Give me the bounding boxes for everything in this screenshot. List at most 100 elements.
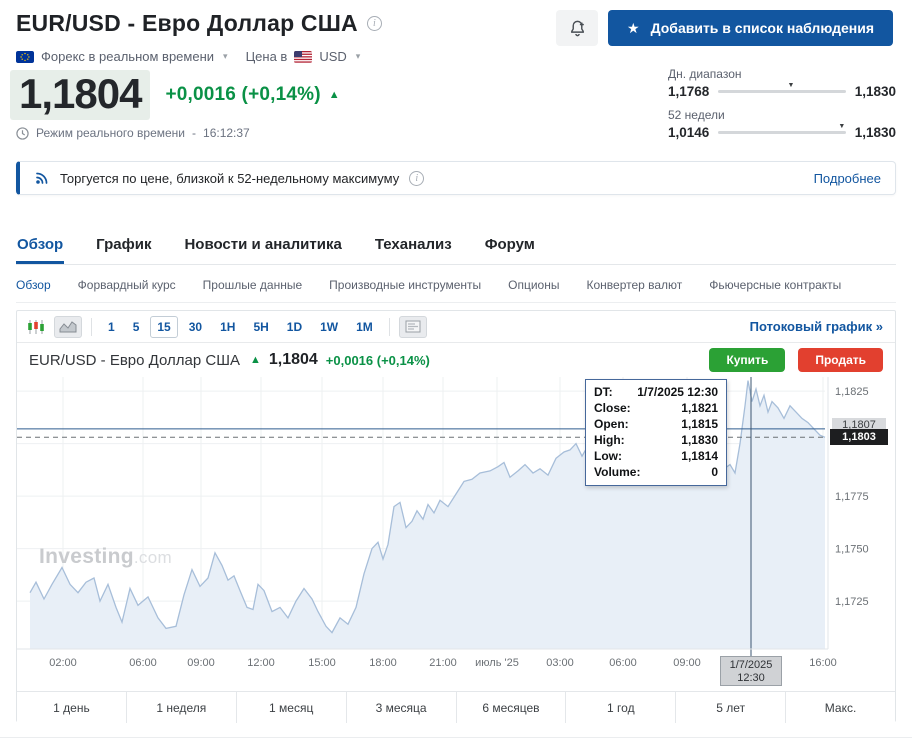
page-title: EUR/USD - Евро Доллар США [16,10,358,37]
x-axis-label: 06:00 [129,657,157,669]
subtab-опционы[interactable]: Опционы [508,269,559,302]
toolbar-divider [91,318,92,336]
tooltip-label: Low: [594,448,622,464]
day-range-marker-icon: ▼ [787,82,794,89]
realtime-row: Режим реального времени - 16:12:37 [16,126,250,140]
info-icon[interactable]: i [367,16,382,31]
y-axis-label: 1,1725 [835,596,869,608]
last-price: 1,1804 [10,70,150,120]
interval-1[interactable]: 1 [101,316,122,338]
tab-график[interactable]: График [95,229,152,264]
sell-button[interactable]: Продать [798,348,883,372]
header: EUR/USD - Евро Доллар США i [16,10,382,37]
period-1-месяц[interactable]: 1 месяц [237,692,347,723]
tooltip-row: Low: 1,1814 [594,448,718,464]
watchlist-button-label: Добавить в список наблюдения [651,20,874,36]
period-1-день[interactable]: 1 день [17,692,127,723]
day-range-row: 1,1768 ▼ 1,1830 [668,84,896,99]
week52-high: 1,1830 [855,125,896,140]
y-axis-label: 1,1775 [835,491,869,503]
chart-card: 1515301H5H1D1W1M Потоковый график » EUR/… [16,310,896,722]
bell-plus-icon [568,19,587,38]
interval-1w[interactable]: 1W [313,316,345,338]
tooltip-row: Close:1,1821 [594,400,718,416]
period-1-год[interactable]: 1 год [566,692,676,723]
x-axis-label: 12:00 [247,657,275,669]
interval-5[interactable]: 5 [126,316,147,338]
tab-теханализ[interactable]: Теханализ [374,229,453,264]
subtab-конвертер-валют[interactable]: Конвертер валют [586,269,682,302]
up-triangle-icon: ▲ [250,354,261,366]
chart-settings-button[interactable] [399,316,427,338]
tab-новости-и-аналитика[interactable]: Новости и аналитика [183,229,342,264]
interval-15[interactable]: 15 [150,316,177,338]
tooltip-value: 1/7/2025 12:30 [637,384,718,400]
subtab-форвардный-курс[interactable]: Форвардный курс [78,269,176,302]
currency-selector[interactable]: Цена в USD ▾ [246,49,361,64]
interval-5h[interactable]: 5H [246,316,275,338]
x-axis-label: 15:00 [308,657,336,669]
period-3-месяца[interactable]: 3 месяца [347,692,457,723]
x-axis-label: 09:00 [187,657,215,669]
create-alert-button[interactable] [556,10,598,46]
main-tabs: Обзор График Новости и аналитика Теханализ Ф… [16,229,896,265]
chevron-down-icon: ▾ [356,51,361,62]
tooltip-row: Volume:0 [594,464,718,480]
area-chart-button[interactable] [54,316,82,338]
x-axis-label: 02:00 [49,657,77,669]
star-icon: ★ [627,20,640,37]
alert-details-link[interactable]: Подробнее [814,171,881,186]
subtab-прошлые-данные[interactable]: Прошлые данные [203,269,302,302]
tooltip-value: 1,1814 [681,448,718,464]
alert-banner-text: Торгуется по цене, близкой к 52-недельно… [60,171,399,186]
price-in-label: Цена в [246,49,288,64]
clock-icon [16,127,29,140]
candlestick-chart-button[interactable] [27,319,45,335]
period-1-неделя[interactable]: 1 неделя [127,692,237,723]
day-range-high: 1,1830 [855,84,896,99]
interval-1m[interactable]: 1M [349,316,380,338]
watermark: Investing.com [39,545,172,569]
tooltip-row: Open: 1,1815 [594,416,718,432]
interval-1d[interactable]: 1D [280,316,309,338]
candlestick-icon [27,319,45,335]
buy-button[interactable]: Купить [709,348,785,372]
market-type-selector[interactable]: Форекс в реальном времени ▾ [16,49,228,64]
add-to-watchlist-button[interactable]: ★ Добавить в список наблюдения [608,10,893,46]
toolbar-divider [389,318,390,336]
x-axis-label: 03:00 [546,657,574,669]
streaming-chart-link[interactable]: Потоковый график » [750,319,883,334]
subtab-фьючерсные-контракты[interactable]: Фьючерсные контракты [709,269,841,302]
period-6-месяцев[interactable]: 6 месяцев [457,692,567,723]
x-axis-label: 06:00 [609,657,637,669]
up-triangle-icon: ▲ [329,89,340,101]
period-5-лет[interactable]: 5 лет [676,692,786,723]
subtab-производные-инструменты[interactable]: Производные инструменты [329,269,481,302]
period-selector: 1 день1 неделя1 месяц3 месяца6 месяцев1 … [17,691,895,723]
interval-30[interactable]: 30 [182,316,209,338]
week52-range-marker-icon: ▼ [838,123,845,130]
tooltip-value: 1,1830 [681,432,718,448]
tooltip-label: Open: [594,416,629,432]
tooltip-value: 1,1815 [681,416,718,432]
day-range-label: Дн. диапазон [668,67,896,81]
tooltip-label: Volume: [594,464,640,480]
signal-icon [34,170,50,186]
tooltip-label: High: [594,432,625,448]
area-chart-icon [59,321,77,333]
tooltip-label: Close: [594,400,631,416]
y-axis-label: 1,1825 [835,386,869,398]
chart-plot-area[interactable]: 02:0006:0009:0012:0015:0018:0021:00июль … [17,377,895,691]
sub-tabs: Обзор Форвардный курс Прошлые данные Произв… [16,269,896,303]
change-value: +0,0016 (+0,14%) [165,84,320,106]
x-axis-label: 09:00 [673,657,701,669]
current-price-badge: 1,1803 [830,429,888,445]
info-icon[interactable]: i [409,171,424,186]
subtab-обзор[interactable]: Обзор [16,269,51,302]
period-макс-[interactable]: Макс. [786,692,895,723]
x-axis-label: 16:00 [809,657,837,669]
interval-1h[interactable]: 1H [213,316,242,338]
instrument-overview-page: EUR/USD - Евро Доллар США i Форекс в реа… [0,0,912,747]
tab-форум[interactable]: Форум [484,229,536,264]
tab-обзор[interactable]: Обзор [16,229,64,264]
